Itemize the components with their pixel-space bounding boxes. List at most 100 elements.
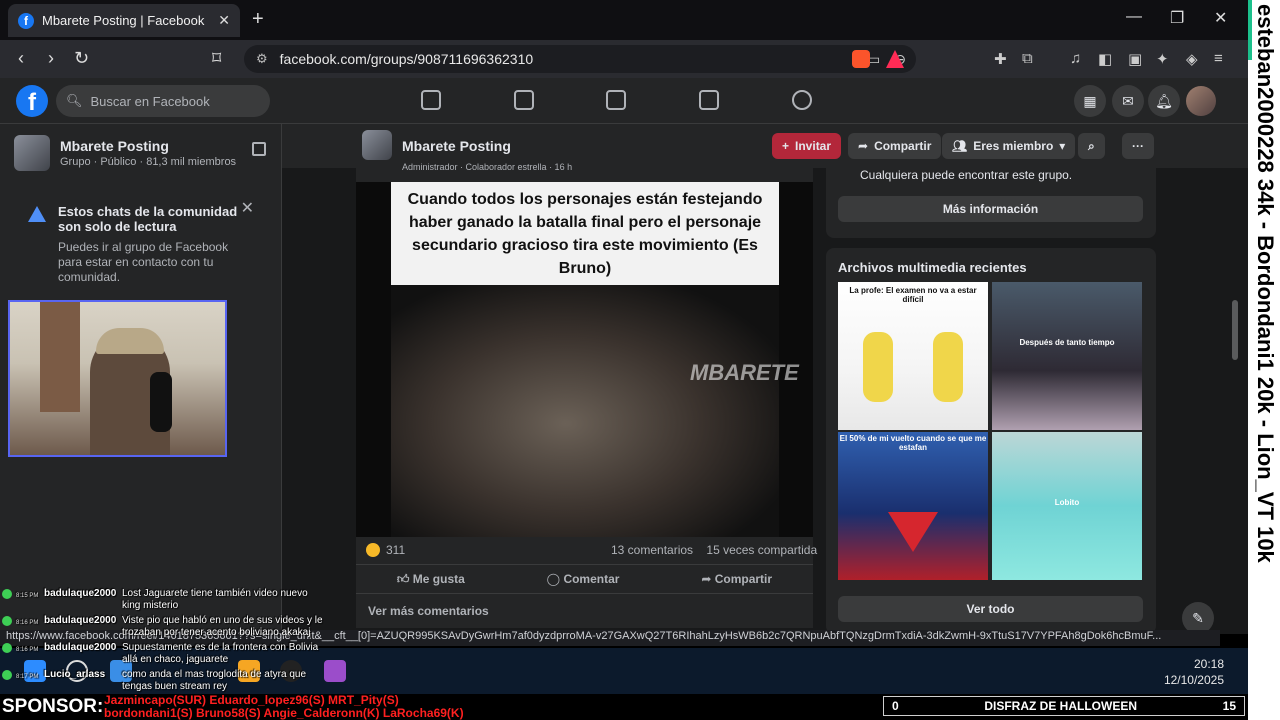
address-bar[interactable]: ⚙ facebook.com/groups/908711696362310 ▭ … xyxy=(244,45,916,73)
profile-avatar[interactable] xyxy=(1186,86,1216,116)
group-search-button[interactable]: ⌕ xyxy=(1078,133,1105,159)
post-actions: 👍︎ Me gusta ◯ Comentar ➦ Compartir xyxy=(356,564,813,594)
chat-text: como anda el mas troglodita de atyra que… xyxy=(122,669,306,692)
messenger-icon[interactable]: ✉ xyxy=(1112,85,1144,117)
collapse-sidebar-icon[interactable] xyxy=(252,142,266,156)
chat-time: 8:15 PM xyxy=(16,593,39,599)
post-counts: 13 comentarios 15 veces compartida xyxy=(611,543,817,557)
member-button[interactable]: 👥︎ Eres miembro ▾ xyxy=(942,133,1076,159)
reload-icon[interactable]: ↻ xyxy=(74,48,89,69)
group-header-name[interactable]: Mbarete Posting xyxy=(402,138,511,154)
media-thumb-2[interactable]: Después de tanto tiempo xyxy=(992,282,1142,430)
media-label-4: Lobito xyxy=(1054,498,1080,507)
member-label: Eres miembro xyxy=(973,139,1054,153)
chat-text: Lost Jaguarete tiene también video nuevo… xyxy=(122,588,308,611)
warning-icon xyxy=(28,206,46,222)
chat-message: 8:16 PM badulaque2000 Viste pio que habl… xyxy=(2,615,362,639)
webcam-door xyxy=(40,302,80,412)
tab-facebook[interactable]: f Mbarete Posting | Facebook ✕ xyxy=(8,4,240,37)
search-input[interactable]: 🔍︎ Buscar en Facebook xyxy=(56,85,270,117)
comment-button[interactable]: ◯ Comentar xyxy=(547,572,620,586)
verified-icon xyxy=(2,643,12,653)
search-icon: 🔍︎ xyxy=(66,93,83,108)
saint-figure-left xyxy=(863,332,893,402)
media-thumb-1[interactable]: La profe: El examen no va a estar difíci… xyxy=(838,282,988,430)
media-label-1: La profe: El examen no va a estar difíci… xyxy=(849,286,977,304)
wallet-icon[interactable]: ▣ xyxy=(1128,50,1142,68)
bookmark-icon[interactable]: ⌑ xyxy=(212,48,221,69)
notifications-icon[interactable]: 🔔︎ xyxy=(1148,85,1180,117)
maximize-icon[interactable]: ❐ xyxy=(1170,8,1184,28)
about-text: Cualquiera puede encontrar este grupo. xyxy=(860,168,1073,182)
groups-icon[interactable] xyxy=(792,90,812,110)
vpn-icon[interactable]: ◈ xyxy=(1186,50,1198,68)
share-post-label: Compartir xyxy=(714,572,773,586)
video-icon[interactable] xyxy=(606,90,626,110)
media-thumb-3[interactable]: El 50% de mi vuelto cuando se que me est… xyxy=(838,432,988,580)
marketplace-icon[interactable] xyxy=(699,90,719,110)
chat-text: Supuestamente es de la frontera con Boli… xyxy=(122,642,319,665)
browser-tab-bar: f Mbarete Posting | Facebook ✕ + — ❐ ✕ xyxy=(0,0,1248,40)
more-info-button[interactable]: Más información xyxy=(838,196,1143,222)
donor-ticker: esteban2000228 34k - Bordondani1 20k - L… xyxy=(1248,0,1280,720)
extensions-icon[interactable]: ✚ xyxy=(994,50,1007,68)
webcam-overlay xyxy=(8,300,227,457)
about-card: Cualquiera puede encontrar este grupo. M… xyxy=(826,168,1156,238)
invite-button[interactable]: + Invitar xyxy=(772,133,842,159)
close-notice-icon[interactable]: ✕ xyxy=(241,198,254,218)
url-text: facebook.com/groups/908711696362310 xyxy=(279,51,534,67)
reactions[interactable]: 311 xyxy=(366,543,405,557)
recent-media-card: Archivos multimedia recientes La profe: … xyxy=(826,248,1156,634)
facebook-logo-icon[interactable]: f xyxy=(16,85,48,117)
media-icon[interactable]: ♫ xyxy=(1070,50,1081,67)
more-comments-link[interactable]: Ver más comentarios xyxy=(368,604,489,618)
menu-grid-icon[interactable]: ▦ xyxy=(1074,85,1106,117)
chevron-down-icon: ▾ xyxy=(1059,139,1066,153)
close-tab-icon[interactable]: ✕ xyxy=(218,12,230,29)
comment-label: Comentar xyxy=(563,572,620,586)
new-tab-button[interactable]: + xyxy=(252,8,264,31)
meme-photo[interactable] xyxy=(391,285,779,537)
menu-icon[interactable]: ≡ xyxy=(1214,50,1223,67)
like-button[interactable]: 👍︎ Me gusta xyxy=(397,572,465,587)
media-thumb-4[interactable]: Lobito xyxy=(992,432,1142,580)
forward-icon[interactable]: › xyxy=(48,48,54,69)
chat-user: badulaque2000 xyxy=(44,615,117,626)
facebook-favicon-icon: f xyxy=(18,12,34,29)
stream-chat: 8:15 PM badulaque2000 Lost Jaguarete tie… xyxy=(2,588,362,696)
chat-time: 8:17 PM xyxy=(16,674,39,680)
sidebar-icon[interactable]: ◧ xyxy=(1098,50,1112,68)
site-info-icon[interactable]: ⚙ xyxy=(256,51,268,67)
feeds-icon[interactable] xyxy=(514,90,534,110)
scrollbar-thumb[interactable] xyxy=(1232,300,1238,360)
leo-ai-icon[interactable]: ✦ xyxy=(1156,50,1169,68)
counter-goal: 15 xyxy=(1222,699,1236,713)
system-clock[interactable]: 20:18 12/10/2025 xyxy=(1164,656,1224,688)
see-all-button[interactable]: Ver todo xyxy=(838,596,1143,622)
chat-time: 8:16 PM xyxy=(16,620,39,626)
back-icon[interactable]: ‹ xyxy=(18,48,24,69)
share-icon: ➦ xyxy=(858,139,869,153)
minimize-icon[interactable]: — xyxy=(1126,8,1142,26)
brave-shields-icon[interactable] xyxy=(852,50,870,68)
post-author-line: Administrador · Colaborador estrella · 1… xyxy=(402,162,573,172)
group-name[interactable]: Mbarete Posting xyxy=(60,138,169,154)
clock-date: 12/10/2025 xyxy=(1163,673,1224,687)
share-group-button[interactable]: ➦ Compartir xyxy=(848,133,942,159)
chat-message: 8:16 PM badulaque2000 Supuestamente es d… xyxy=(2,642,362,666)
group-header-thumbnail[interactable] xyxy=(362,130,392,160)
clock-time: 20:18 xyxy=(1193,657,1224,671)
screenshot-icon[interactable]: ⧉ xyxy=(1022,50,1033,67)
share-count[interactable]: 15 veces compartida xyxy=(706,543,817,557)
readonly-notice: ✕ Estos chats de la comunidad son solo d… xyxy=(28,200,268,285)
home-icon[interactable] xyxy=(421,90,441,110)
group-thumbnail[interactable] xyxy=(14,135,50,171)
recent-media-title: Archivos multimedia recientes xyxy=(838,260,1027,275)
comment-count[interactable]: 13 comentarios xyxy=(611,543,693,557)
ticker-text: esteban2000228 34k - Bordondani1 20k - L… xyxy=(1253,4,1278,563)
verified-icon xyxy=(2,589,12,599)
facebook-nav: f 🔍︎ Buscar en Facebook ▦ ✉ 🔔︎ xyxy=(0,78,1248,124)
more-options-button[interactable]: ··· xyxy=(1122,133,1154,159)
share-button[interactable]: ➦ Compartir xyxy=(701,572,772,586)
close-window-icon[interactable]: ✕ xyxy=(1214,8,1227,28)
